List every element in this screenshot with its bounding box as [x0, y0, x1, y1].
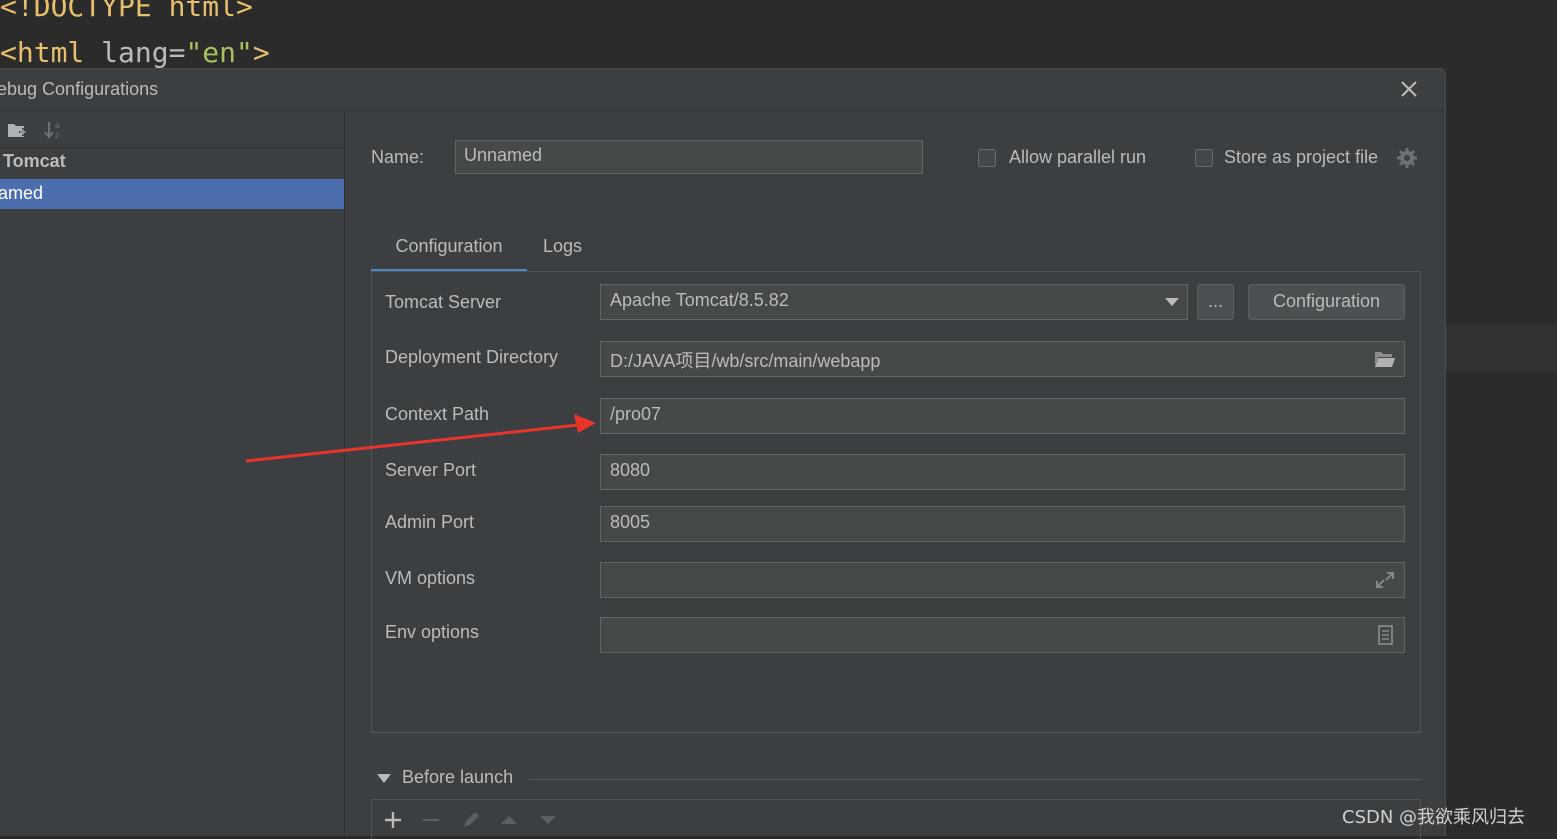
tree-item-unnamed[interactable]: amed — [0, 179, 344, 209]
before-launch-divider — [529, 779, 1421, 780]
env-options-field[interactable] — [600, 617, 1405, 653]
tomcat-server-value: Apache Tomcat/8.5.82 — [610, 290, 789, 310]
chevron-down-icon — [377, 774, 391, 783]
admin-port-label: Admin Port — [385, 512, 475, 532]
document-icon[interactable] — [1374, 625, 1396, 645]
close-button[interactable] — [1395, 75, 1423, 103]
tomcat-server-select[interactable]: Apache Tomcat/8.5.82 — [600, 284, 1188, 320]
store-as-project-file-label: Store as project file — [1224, 147, 1379, 167]
server-port-field[interactable]: 8080 — [600, 454, 1405, 490]
vm-options-field[interactable] — [600, 562, 1405, 598]
close-icon — [1401, 81, 1417, 97]
new-folder-icon[interactable] — [6, 119, 28, 141]
deployment-directory-field[interactable]: D:/JAVA项目/wb/src/main/webapp — [600, 341, 1405, 377]
edit-icon[interactable] — [460, 809, 482, 831]
deployment-directory-value: D:/JAVA项目/wb/src/main/webapp — [610, 351, 881, 371]
remove-icon[interactable] — [420, 809, 442, 831]
tab-configuration[interactable]: Configuration — [371, 231, 527, 273]
allow-parallel-run-checkbox[interactable] — [978, 149, 996, 167]
before-launch-label: Before launch — [402, 767, 514, 787]
browse-server-button[interactable]: ... — [1197, 284, 1234, 320]
tab-logs[interactable]: Logs — [543, 231, 593, 269]
chevron-down-icon — [1165, 298, 1179, 306]
env-options-label: Env options — [385, 622, 480, 642]
add-icon[interactable] — [382, 809, 404, 831]
html-attr-name: lang — [101, 36, 169, 69]
config-tabs: Configuration Logs — [371, 231, 1421, 273]
watermark: CSDN @我欲乘风归去 — [1342, 807, 1526, 828]
context-path-label: Context Path — [385, 404, 490, 424]
name-input[interactable]: Unnamed — [455, 140, 923, 174]
expand-icon[interactable] — [1374, 570, 1396, 590]
html-tag-close: > — [252, 36, 270, 69]
tree-toolbar: a z — [0, 111, 344, 148]
configuration-editor-panel: Name: Unnamed Allow parallel run Store a… — [345, 111, 1445, 839]
store-as-project-file-checkbox[interactable] — [1195, 149, 1213, 167]
before-launch-section[interactable]: Before launch — [371, 766, 1421, 792]
tree-item-label: amed — [0, 183, 44, 203]
run-debug-configurations-dialog: ebug Configurations a z Tomcat amed Name… — [0, 68, 1446, 839]
configuration-form: Tomcat Server Apache Tomcat/8.5.82 ... C… — [371, 271, 1421, 733]
dialog-title-bar: ebug Configurations — [0, 69, 1445, 111]
allow-parallel-run-label: Allow parallel run — [1009, 147, 1147, 167]
dialog-title: ebug Configurations — [0, 79, 159, 99]
gear-icon[interactable] — [1396, 147, 1418, 169]
html-attr-value: "en" — [185, 36, 253, 69]
move-down-icon[interactable] — [537, 809, 559, 831]
tree-group-tomcat[interactable]: Tomcat — [3, 151, 66, 172]
html-tag-open: <html — [0, 36, 85, 69]
svg-text:a: a — [55, 121, 60, 130]
vm-options-label: VM options — [385, 568, 476, 588]
tomcat-server-label: Tomcat Server — [385, 292, 502, 312]
code-line-doctype: <!DOCTYPE html> — [0, 0, 253, 23]
context-path-field[interactable]: /pro07 — [600, 398, 1405, 434]
move-up-icon[interactable] — [498, 809, 520, 831]
html-attr-equals: = — [168, 36, 186, 69]
server-port-label: Server Port — [385, 460, 477, 480]
svg-text:z: z — [55, 131, 59, 140]
admin-port-field[interactable]: 8005 — [600, 506, 1405, 542]
code-line-html: <html lang="en"> — [0, 36, 270, 69]
name-label: Name: — [371, 147, 425, 167]
before-launch-toolbar — [371, 799, 1421, 839]
configurations-tree-panel: a z Tomcat amed — [0, 111, 345, 836]
deployment-directory-label: Deployment Directory — [385, 347, 559, 367]
configuration-button[interactable]: Configuration — [1248, 284, 1405, 320]
editor-line-highlight — [1444, 325, 1557, 373]
folder-open-icon[interactable] — [1374, 349, 1396, 369]
sort-alpha-icon[interactable]: a z — [44, 119, 66, 141]
